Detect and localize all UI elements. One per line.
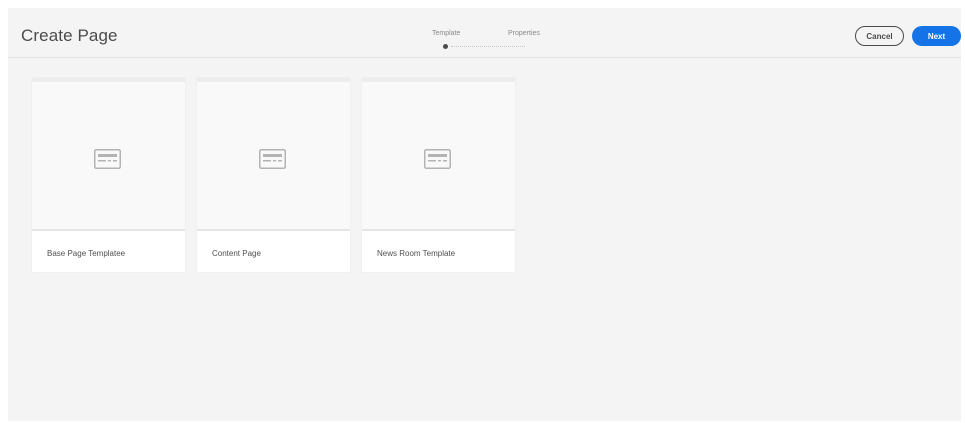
template-card-label: News Room Template [377, 249, 456, 258]
page-header: Create Page Template Properties Cancel N… [8, 8, 961, 58]
card-thumbnail[interactable] [362, 82, 515, 231]
template-card-content-page[interactable]: Content Page [197, 78, 350, 272]
wizard-stepper: Template Properties [432, 30, 562, 54]
page-template-icon [424, 149, 451, 169]
next-button[interactable]: Next [912, 26, 961, 46]
step-active-dot-icon [443, 44, 448, 49]
step-properties-label[interactable]: Properties [508, 30, 540, 37]
template-card-label: Content Page [212, 249, 261, 258]
template-card-label: Base Page Templatee [47, 249, 126, 258]
step-progress-line [451, 46, 525, 47]
page-template-icon [259, 149, 286, 169]
template-card-base-page[interactable]: Base Page Templatee [32, 78, 185, 272]
page-template-icon [94, 149, 121, 169]
create-page-window: Create Page Template Properties Cancel N… [8, 8, 961, 421]
template-card-news-room[interactable]: News Room Template [362, 78, 515, 272]
card-thumbnail[interactable] [197, 82, 350, 231]
card-thumbnail[interactable] [32, 82, 185, 231]
step-template-label[interactable]: Template [432, 30, 460, 37]
page-title: Create Page [21, 26, 118, 45]
cancel-button[interactable]: Cancel [855, 26, 904, 46]
